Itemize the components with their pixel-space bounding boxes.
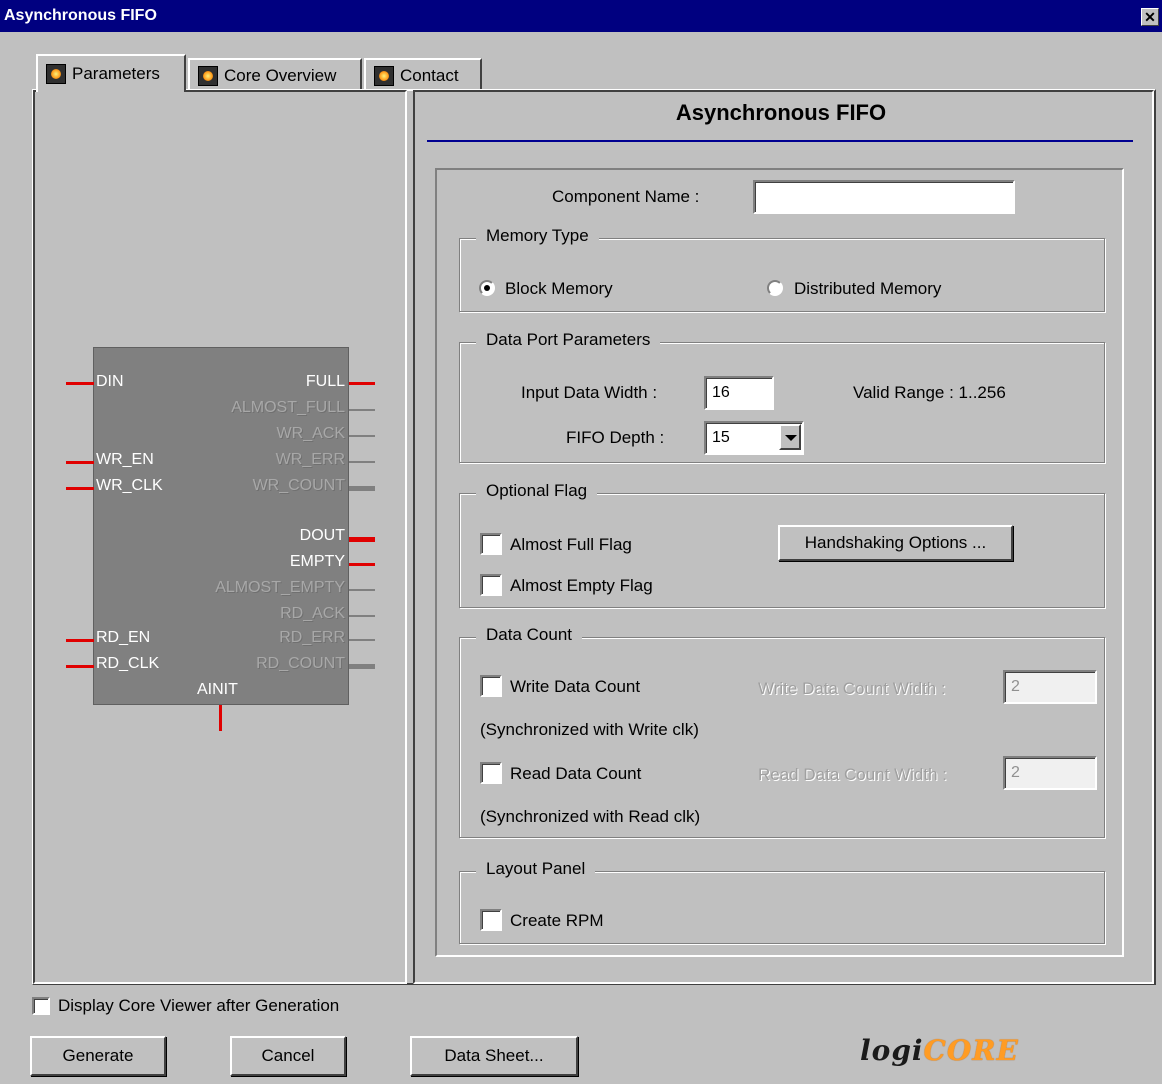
component-name-input[interactable] — [753, 180, 1015, 214]
write-sync-note: (Synchronized with Write clk) — [480, 720, 699, 739]
wr-ack-wire — [349, 435, 375, 437]
pin-din: DIN — [96, 373, 124, 390]
group-legend: Data Port Parameters — [476, 330, 661, 350]
logicore-chip-icon — [46, 64, 66, 84]
rd-clk-wire — [66, 665, 94, 668]
almost-full-checkbox[interactable] — [480, 533, 502, 555]
handshaking-options-button[interactable]: Handshaking Options ... — [778, 525, 1013, 561]
display-viewer-checkbox[interactable] — [32, 997, 50, 1015]
logicore-logo: logiCORE — [860, 1034, 1019, 1067]
pin-rd-count: RD_COUNT — [256, 655, 345, 672]
layout-panel-group: Layout Panel — [459, 859, 1105, 944]
tab-label: Contact — [400, 66, 459, 85]
pin-full: FULL — [305, 373, 345, 390]
title-bar: Asynchronous FIFO ✕ — [0, 0, 1162, 32]
tab-core-overview[interactable]: Core Overview — [188, 58, 362, 92]
full-wire — [349, 382, 375, 385]
memory-type-group: Memory Type — [459, 226, 1105, 312]
tab-contact[interactable]: Contact — [364, 58, 482, 92]
almost-full-label[interactable]: Almost Full Flag — [510, 535, 632, 555]
wr-clk-wire — [66, 487, 94, 490]
ainit-wire — [219, 705, 222, 731]
group-legend: Data Count — [476, 625, 582, 645]
pin-rd-err: RD_ERR — [279, 629, 345, 646]
read-sync-note: (Synchronized with Read clk) — [480, 807, 701, 826]
input-width-label: Input Data Width : — [521, 383, 658, 402]
page-title: Asynchronous FIFO — [675, 100, 887, 125]
fifo-depth-value: 15 — [712, 429, 730, 446]
display-viewer-label[interactable]: Display Core Viewer after Generation — [58, 996, 339, 1016]
write-data-count-label[interactable]: Write Data Count — [510, 677, 640, 697]
create-rpm-checkbox[interactable] — [480, 909, 502, 931]
block-memory-label[interactable]: Block Memory — [505, 279, 613, 299]
group-legend: Optional Flag — [476, 481, 598, 501]
pin-rd-en: RD_EN — [96, 629, 151, 646]
generate-button[interactable]: Generate — [30, 1036, 166, 1076]
logicore-chip-icon — [198, 66, 218, 86]
write-count-width-label: Write Data Count Width : — [758, 679, 946, 698]
tab-label: Core Overview — [224, 66, 337, 85]
empty-wire — [349, 563, 375, 566]
component-name-label: Component Name : — [552, 187, 700, 206]
pin-almost-full: ALMOST_FULL — [231, 399, 345, 416]
pin-wr-ack: WR_ACK — [276, 425, 345, 442]
rd-err-wire — [349, 639, 375, 641]
read-count-width-field[interactable] — [1003, 756, 1097, 790]
read-count-width-label: Read Data Count Width : — [758, 765, 947, 784]
logo-text-accent: CORE — [923, 1034, 1019, 1067]
fifo-depth-label: FIFO Depth : — [566, 428, 665, 447]
cancel-button[interactable]: Cancel — [230, 1036, 346, 1076]
tab-label: Parameters — [72, 64, 160, 83]
group-legend: Memory Type — [476, 226, 599, 246]
pin-wr-en: WR_EN — [96, 451, 154, 468]
pin-empty: EMPTY — [289, 553, 345, 570]
pin-wr-err: WR_ERR — [275, 451, 345, 468]
write-data-count-checkbox[interactable] — [480, 675, 502, 697]
read-data-count-label[interactable]: Read Data Count — [510, 764, 641, 784]
wr-en-wire — [66, 461, 94, 464]
pin-dout: DOUT — [299, 527, 345, 544]
input-width-field[interactable] — [704, 376, 774, 410]
tab-parameters[interactable]: Parameters — [36, 54, 186, 92]
almost-empty-checkbox[interactable] — [480, 574, 502, 596]
chevron-down-icon[interactable] — [779, 424, 801, 450]
rd-count-wire — [349, 664, 375, 669]
pin-ainit: AINIT — [197, 681, 238, 698]
almost-full-wire — [349, 409, 375, 411]
distributed-memory-radio[interactable] — [767, 280, 783, 296]
rd-en-wire — [66, 639, 94, 642]
pin-rd-ack: RD_ACK — [280, 605, 345, 622]
almost-empty-wire — [349, 589, 375, 591]
title-divider — [427, 140, 1133, 142]
valid-range-label: Valid Range : 1..256 — [853, 383, 1006, 402]
close-icon[interactable]: ✕ — [1141, 8, 1159, 26]
data-sheet-button[interactable]: Data Sheet... — [410, 1036, 578, 1076]
wr-err-wire — [349, 461, 375, 463]
read-data-count-checkbox[interactable] — [480, 762, 502, 784]
group-legend: Layout Panel — [476, 859, 596, 879]
pin-wr-count: WR_COUNT — [252, 477, 345, 494]
create-rpm-label[interactable]: Create RPM — [510, 911, 604, 931]
wr-count-wire — [349, 486, 375, 491]
rd-ack-wire — [349, 615, 375, 617]
pin-wr-clk: WR_CLK — [96, 477, 163, 494]
fifo-depth-select[interactable]: 15 — [704, 421, 804, 455]
logo-text: logi — [860, 1034, 924, 1067]
pin-rd-clk: RD_CLK — [96, 655, 160, 672]
block-memory-radio[interactable] — [479, 280, 495, 296]
distributed-memory-label[interactable]: Distributed Memory — [794, 279, 941, 299]
dout-wire — [349, 537, 375, 542]
din-wire — [66, 382, 94, 385]
write-count-width-field[interactable] — [1003, 670, 1097, 704]
logicore-chip-icon — [374, 66, 394, 86]
window-title: Asynchronous FIFO — [4, 7, 157, 24]
almost-empty-label[interactable]: Almost Empty Flag — [510, 576, 653, 596]
pin-almost-empty: ALMOST_EMPTY — [215, 579, 345, 596]
